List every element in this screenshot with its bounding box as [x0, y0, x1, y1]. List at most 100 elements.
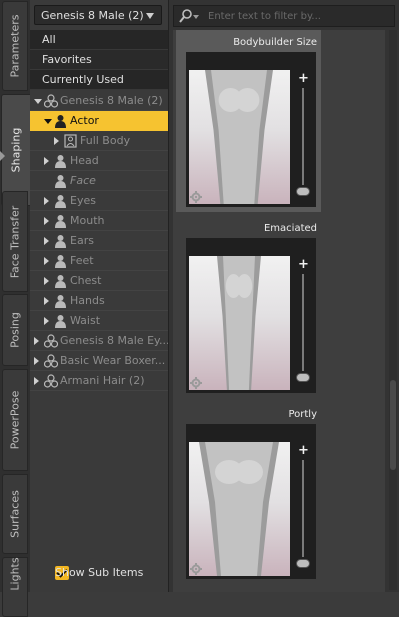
- person-icon: [54, 214, 67, 228]
- expand-right-icon[interactable]: [44, 317, 49, 325]
- tree-item[interactable]: Waist: [30, 311, 168, 331]
- slider-handle[interactable]: [296, 187, 310, 196]
- tab-label: Face Transfer: [8, 205, 22, 278]
- tab-shaping[interactable]: Shaping: [1, 94, 30, 206]
- figure-dropdown[interactable]: Genesis 8 Male (2): [34, 5, 162, 25]
- slider-track[interactable]: [302, 460, 304, 557]
- expand-right-icon[interactable]: [44, 197, 49, 205]
- plus-icon: +: [298, 257, 309, 272]
- tree-item-label: Genesis 8 Male (2): [60, 94, 163, 107]
- fullbody-icon: [64, 134, 77, 148]
- tab-surfaces[interactable]: Surfaces: [2, 474, 28, 554]
- scrollbar-thumb[interactable]: [390, 380, 396, 470]
- figure-preview-image: [189, 442, 290, 576]
- preset-tile[interactable]: Portly +: [176, 402, 321, 584]
- person-icon: [54, 154, 67, 168]
- expand-right-icon[interactable]: [44, 237, 49, 245]
- slider-track[interactable]: [302, 88, 304, 185]
- tree-item[interactable]: Genesis 8 Male (2): [30, 91, 168, 111]
- tree-item[interactable]: Full Body: [30, 131, 168, 151]
- expand-right-icon[interactable]: [44, 257, 49, 265]
- tree-item-label: Basic Wear Boxer...: [60, 354, 166, 367]
- tab-label: Shaping: [9, 127, 23, 173]
- person-icon: [54, 234, 67, 248]
- expand-right-icon[interactable]: [44, 217, 49, 225]
- search-icon[interactable]: [179, 9, 201, 23]
- vertical-tab-strip: Parameters Shaping Face Transfer Posing …: [0, 0, 31, 617]
- strength-slider[interactable]: +: [290, 256, 316, 390]
- preset-tile[interactable]: Bodybuilder Size +: [176, 30, 321, 212]
- slider-handle[interactable]: [296, 559, 310, 568]
- category-filter-list: All Favorites Currently Used: [30, 30, 168, 90]
- filter-bar: [173, 5, 395, 27]
- tree-item[interactable]: Hands: [30, 291, 168, 311]
- tree-item-label: Armani Hair (2): [60, 374, 145, 387]
- gear-icon[interactable]: [190, 191, 202, 203]
- filter-input[interactable]: [208, 8, 388, 24]
- tree-item-label: Chest: [70, 274, 102, 287]
- preset-thumbnail[interactable]: +: [186, 424, 316, 579]
- tree-item[interactable]: Feet: [30, 251, 168, 271]
- tree-item-label: Mouth: [70, 214, 105, 227]
- tree-item[interactable]: Actor: [30, 111, 168, 131]
- expand-right-icon[interactable]: [44, 277, 49, 285]
- tree-item[interactable]: Armani Hair (2): [30, 371, 168, 391]
- preset-tile[interactable]: Emaciated +: [176, 216, 321, 398]
- plus-icon: +: [298, 71, 309, 86]
- figure-node-icon: [43, 374, 59, 388]
- tab-parameters[interactable]: Parameters: [2, 1, 28, 91]
- preset-title: Portly: [288, 409, 317, 420]
- chevron-down-icon: [146, 13, 154, 19]
- tab-powerpose[interactable]: PowerPose: [2, 369, 28, 471]
- scrollbar[interactable]: [389, 30, 397, 590]
- tree-item-label: Face: [70, 174, 96, 187]
- tree-item[interactable]: Face: [30, 171, 168, 191]
- tab-face-transfer[interactable]: Face Transfer: [2, 191, 28, 292]
- plus-icon: +: [298, 443, 309, 458]
- tab-label: Posing: [8, 312, 22, 348]
- show-sub-items-label: Show Sub Items: [55, 566, 144, 579]
- person-icon: [54, 314, 67, 328]
- expand-right-icon[interactable]: [34, 337, 39, 345]
- tab-lights[interactable]: Lights: [2, 557, 28, 617]
- category-favorites[interactable]: Favorites: [30, 50, 168, 70]
- tree-item-label: Head: [70, 154, 99, 167]
- person-icon: [54, 194, 67, 208]
- category-currently-used[interactable]: Currently Used: [30, 70, 168, 90]
- expand-right-icon[interactable]: [34, 357, 39, 365]
- expand-down-icon[interactable]: [34, 99, 42, 104]
- tree-item[interactable]: Mouth: [30, 211, 168, 231]
- tree-item[interactable]: Chest: [30, 271, 168, 291]
- expand-right-icon[interactable]: [44, 297, 49, 305]
- expand-right-icon[interactable]: [44, 157, 49, 165]
- gear-icon[interactable]: [190, 563, 202, 575]
- tab-label: PowerPose: [8, 390, 22, 450]
- category-all[interactable]: All: [30, 30, 168, 50]
- strength-slider[interactable]: +: [290, 442, 316, 576]
- tree-item[interactable]: Ears: [30, 231, 168, 251]
- tree-item[interactable]: Eyes: [30, 191, 168, 211]
- tree-item[interactable]: Genesis 8 Male Ey...: [30, 331, 168, 351]
- gear-icon[interactable]: [190, 377, 202, 389]
- tree-item-label: Ears: [70, 234, 94, 247]
- expand-right-icon[interactable]: [34, 377, 39, 385]
- preset-title: Bodybuilder Size: [233, 37, 317, 48]
- tree-item[interactable]: Head: [30, 151, 168, 171]
- preset-grid: Bodybuilder Size + Emaciated + Portly +: [173, 30, 385, 592]
- tab-posing[interactable]: Posing: [2, 294, 28, 366]
- person-icon: [54, 274, 67, 288]
- figure-node-icon: [43, 334, 59, 348]
- tree-item-label: Full Body: [80, 134, 131, 147]
- expand-right-icon[interactable]: [54, 137, 59, 145]
- tree-item-label: Feet: [70, 254, 94, 267]
- person-icon: [54, 114, 67, 128]
- tree-item[interactable]: Basic Wear Boxer...: [30, 351, 168, 371]
- tree-item-label: Genesis 8 Male Ey...: [60, 334, 168, 347]
- slider-handle[interactable]: [296, 373, 310, 382]
- preset-thumbnail[interactable]: +: [186, 52, 316, 207]
- slider-track[interactable]: [302, 274, 304, 371]
- preset-thumbnail[interactable]: +: [186, 238, 316, 393]
- tree-item-label: Hands: [70, 294, 105, 307]
- expand-down-icon[interactable]: [44, 119, 52, 124]
- strength-slider[interactable]: +: [290, 70, 316, 204]
